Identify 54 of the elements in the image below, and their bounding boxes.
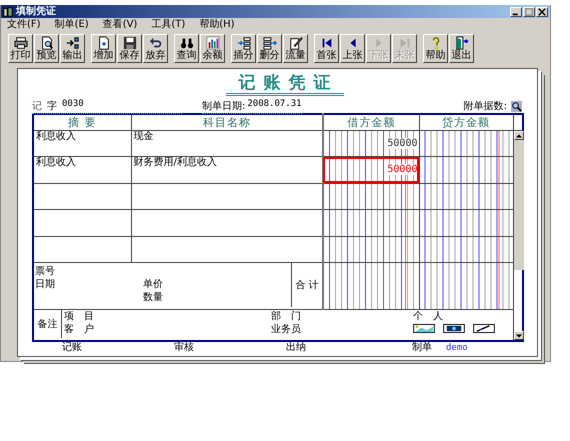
salesperson-label: 业务员 — [271, 323, 302, 336]
column-header: 借方金额 — [323, 114, 419, 130]
toolbar-button[interactable]: 打印 — [8, 34, 33, 63]
menu-item[interactable]: 查看(V) — [102, 19, 138, 31]
toolbar-button[interactable]: 退出 — [449, 34, 474, 63]
window-title: 填制凭证 — [16, 6, 56, 18]
voucher-title: 记账凭证 — [226, 73, 344, 96]
menu-item[interactable]: 工具(T) — [151, 19, 186, 31]
toolbar-button[interactable]: 删分 — [257, 34, 282, 63]
column-header: 贷方金额 — [419, 114, 513, 130]
toolbar-button[interactable]: 帮助 — [423, 34, 448, 63]
menu-item[interactable]: 制单(E) — [54, 19, 89, 31]
remarks-label: 备注 — [34, 310, 62, 338]
voucher-type: 记 — [32, 100, 42, 112]
signature-label: 审核 — [174, 342, 194, 354]
toolbar-button[interactable]: 首张 — [314, 34, 339, 63]
total-label: 合 计 — [291, 262, 322, 307]
toolbar-button[interactable]: 放弃 — [143, 34, 168, 63]
signature-label: 记账 — [62, 342, 82, 354]
department-label: 部 门 — [271, 310, 302, 324]
voucher-type-label: 字 — [47, 100, 57, 112]
toolbar-button[interactable]: 上张 — [340, 34, 365, 63]
menu-item[interactable]: 文件(F) — [7, 19, 41, 31]
toolbar-button[interactable]: 查询 — [174, 34, 199, 63]
ticket-label: 票号 — [35, 264, 56, 278]
attachments-label: 附单据数: — [464, 100, 507, 113]
signature-label: 出纳 — [286, 342, 306, 354]
toolbar-button[interactable]: 流量 — [283, 34, 308, 63]
table-cell: 现金 — [131, 130, 323, 157]
person-label: 个 人 — [413, 310, 444, 324]
column-header: 科目名称 — [131, 114, 323, 130]
date-label: 制单日期: — [202, 100, 246, 112]
unit-price-label: 单价 — [143, 278, 163, 291]
signature-value: demo — [446, 342, 468, 354]
amount-text: 50000 — [386, 138, 418, 149]
signature-label: 制单 — [412, 342, 432, 354]
voucher-number: 0030 — [62, 98, 84, 110]
menu-item[interactable]: 帮助(H) — [199, 19, 235, 31]
date-label: 日期 — [35, 278, 56, 291]
project-label: 项 目 — [64, 310, 95, 324]
toolbar-button[interactable]: 预览 — [34, 34, 59, 63]
toolbar-button[interactable]: 插分 — [231, 34, 256, 63]
table-cell: 利息收入 — [33, 130, 131, 157]
voucher-date: 2008.07.31 — [247, 98, 302, 110]
toolbar-button[interactable]: 输出 — [60, 34, 85, 63]
toolbar-button[interactable]: 余额 — [200, 34, 225, 63]
toolbar-button[interactable]: 增加 — [91, 34, 116, 63]
amount-text: 50000 — [386, 164, 418, 176]
quantity-label: 数量 — [143, 290, 163, 304]
table-cell: 利息收入 — [33, 156, 131, 184]
table-cell: 财务费用/利息收入 — [131, 156, 323, 184]
toolbar-button[interactable]: 保存 — [117, 34, 142, 63]
customer-label: 客 户 — [64, 323, 95, 336]
column-header: 摘 要 — [33, 114, 131, 130]
